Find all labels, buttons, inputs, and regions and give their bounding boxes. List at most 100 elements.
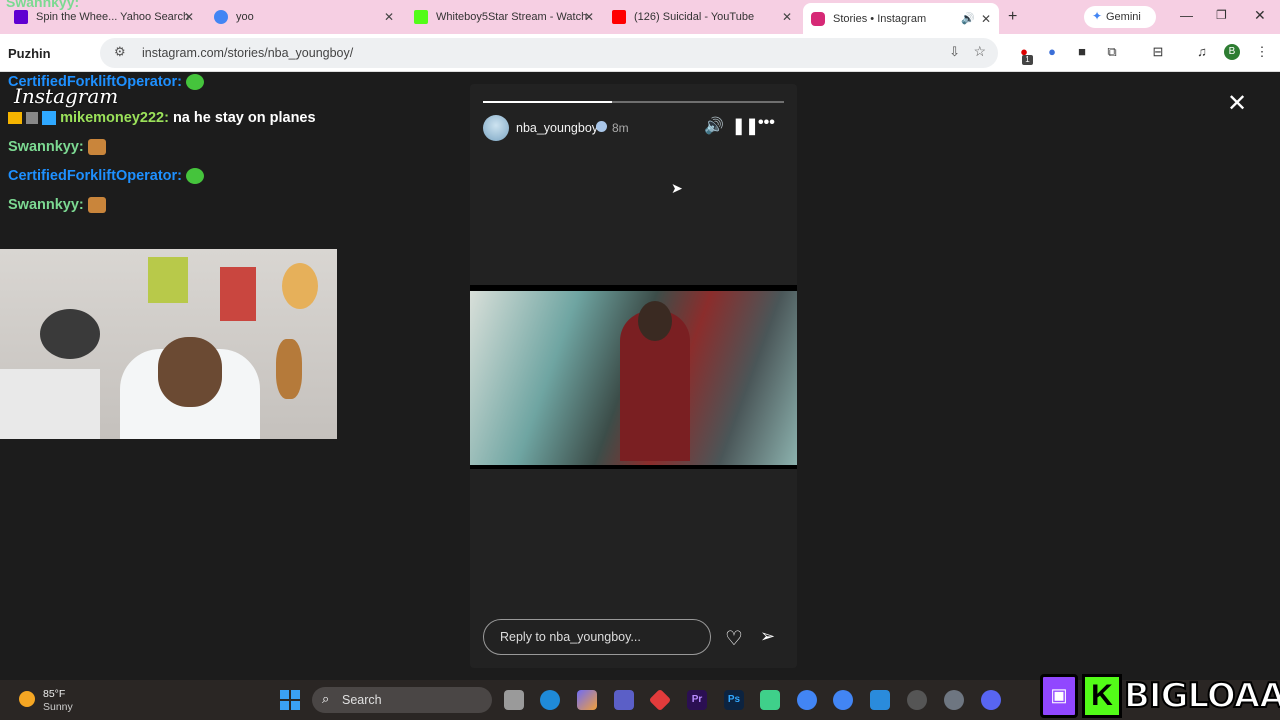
close-tab-icon[interactable]: ✕ (782, 10, 792, 24)
gemini-button[interactable]: ✦ Gemini (1084, 6, 1156, 28)
extension-square-icon[interactable]: ■ (1074, 44, 1090, 60)
tab-label: Stories • Instagram (833, 12, 927, 25)
story-user-avatar[interactable] (483, 115, 509, 141)
restore-icon[interactable]: ❐ (1216, 8, 1227, 22)
badge-icon (26, 112, 39, 125)
chat-text: na he stay on planes (172, 110, 316, 126)
mouse-cursor-icon: ➤ (671, 180, 683, 196)
instagram-logo: Instagram (14, 84, 119, 108)
gemini-label: Gemini (1106, 11, 1141, 23)
webcam-guitar (276, 339, 302, 399)
instagram-icon (811, 11, 825, 26)
story-video-frame (470, 291, 797, 465)
more-icon[interactable]: ••• (758, 114, 775, 132)
chat-message: mikemoney222: na he stay on planes (8, 108, 338, 128)
tab-label: yoo (236, 11, 254, 23)
green-app-icon[interactable] (760, 690, 780, 710)
pause-icon[interactable]: ❚❚ (732, 116, 759, 136)
taskbar-search-placeholder: Search (342, 693, 382, 707)
kick-logo-icon: K (1082, 674, 1122, 718)
story-reply-input[interactable]: Reply to nba_youngboy... (483, 619, 711, 655)
chrome-icon[interactable] (833, 690, 853, 710)
new-tab-button[interactable]: + (1008, 8, 1017, 26)
copilot-icon[interactable] (577, 690, 597, 710)
story-viewer[interactable]: nba_youngboy 8m 🔊 ❚❚ ••• Reply to nba_yo… (470, 84, 797, 668)
gemini-icon: ✦ (1092, 9, 1103, 23)
story-video[interactable] (470, 285, 797, 469)
tab-search-icon[interactable]: ⊟ (1150, 44, 1166, 60)
bookmark-star-icon[interactable]: ☆ (973, 43, 986, 60)
webcam-feed (0, 249, 337, 439)
webcam-poster (220, 267, 256, 321)
emote-icon (186, 168, 205, 185)
weather-condition[interactable]: Sunny (43, 701, 73, 713)
close-story-icon[interactable]: ✕ (1227, 89, 1247, 118)
streamer-brand-overlay: ▣ K BIGLOAAF (1040, 668, 1280, 720)
cube-badge-icon (42, 111, 57, 126)
tab-kick-stream[interactable]: Whiteboy5Star Stream - Watch ✕ (406, 4, 602, 30)
chat-message: Swannkyy: (8, 137, 338, 157)
taskbar-search-box[interactable]: ⌕ Search (312, 687, 492, 713)
settings-gear-icon[interactable] (944, 690, 964, 710)
tab-instagram[interactable]: Stories • Instagram 🔊 ✕ (803, 3, 999, 34)
chat-user: CertifiedForkliftOperator: (8, 168, 183, 184)
webcam-fan (40, 309, 100, 359)
discord-icon[interactable] (981, 690, 1001, 710)
story-username[interactable]: nba_youngboy (516, 121, 598, 135)
task-view-icon[interactable] (504, 690, 524, 710)
teams-icon[interactable] (614, 690, 634, 710)
extensions-puzzle-icon[interactable]: ⧉ (1104, 44, 1120, 60)
story-timestamp: 8m (612, 121, 629, 135)
chrome-icon[interactable] (797, 690, 817, 710)
tab-yoo[interactable]: yoo ✕ (206, 4, 402, 30)
chat-message: CertifiedForkliftOperator: (8, 166, 338, 186)
emote-icon (87, 197, 106, 214)
close-tab-icon[interactable]: ✕ (384, 10, 394, 24)
url-bar[interactable]: ⚙ instagram.com/stories/nba_youngboy/ ⇩ … (100, 38, 998, 68)
tab-label: Whiteboy5Star Stream - Watch (436, 11, 588, 23)
webcam-streamer-head (158, 337, 222, 407)
extension-blue-icon[interactable]: ● (1044, 44, 1060, 60)
youtube-icon (612, 10, 626, 24)
extension-badge: 1 (1022, 55, 1033, 65)
profile-avatar[interactable]: B (1224, 44, 1240, 60)
webcam-poster (282, 263, 318, 309)
close-tab-icon[interactable]: ✕ (981, 12, 991, 26)
streamer-name: BIGLOAAF (1123, 675, 1280, 717)
close-window-icon[interactable]: ✕ (1254, 7, 1266, 24)
photoshop-icon[interactable]: Ps (724, 690, 744, 710)
search-icon: ⌕ (322, 691, 330, 706)
story-progress-fill (483, 101, 613, 103)
emote-icon (186, 74, 205, 91)
chat-user: Swannkyy: (8, 139, 84, 155)
send-share-icon[interactable]: ➢ (760, 626, 775, 647)
start-menu-icon[interactable] (280, 690, 300, 710)
browser-menu-icon[interactable]: ⋮ (1254, 44, 1270, 60)
speaker-icon[interactable]: 🔊 (704, 116, 724, 136)
verified-badge-icon (596, 121, 607, 132)
emote-icon (87, 139, 106, 156)
weather-temperature[interactable]: 85°F (43, 688, 65, 700)
media-control-icon[interactable]: ♫ (1194, 44, 1210, 60)
obs-icon[interactable] (907, 690, 927, 710)
like-heart-icon[interactable]: ♡ (725, 626, 743, 651)
kick-icon (414, 10, 428, 24)
edge-icon[interactable] (540, 690, 560, 710)
chat-user: Swannkyy: (6, 0, 80, 10)
story-progress-bar (483, 101, 784, 103)
video-figure-head (638, 301, 672, 341)
premiere-icon[interactable]: Pr (687, 690, 707, 710)
webcam-table (0, 369, 100, 439)
close-tab-icon[interactable]: ✕ (584, 10, 594, 24)
close-tab-icon[interactable]: ✕ (184, 10, 194, 24)
weather-sun-icon[interactable] (19, 691, 35, 707)
google-icon (214, 10, 228, 24)
minimize-icon[interactable]: — (1180, 8, 1193, 23)
chat-user: mikemoney222: (60, 110, 169, 126)
chat-user: Swannkyy: (8, 197, 84, 213)
tab-audio-icon[interactable]: 🔊 (961, 12, 975, 25)
install-app-icon[interactable]: ⇩ (949, 44, 960, 60)
tab-youtube[interactable]: (126) Suicidal - YouTube ✕ (604, 4, 800, 30)
site-info-icon[interactable]: ⚙ (114, 44, 126, 60)
paint-icon[interactable] (870, 690, 890, 710)
